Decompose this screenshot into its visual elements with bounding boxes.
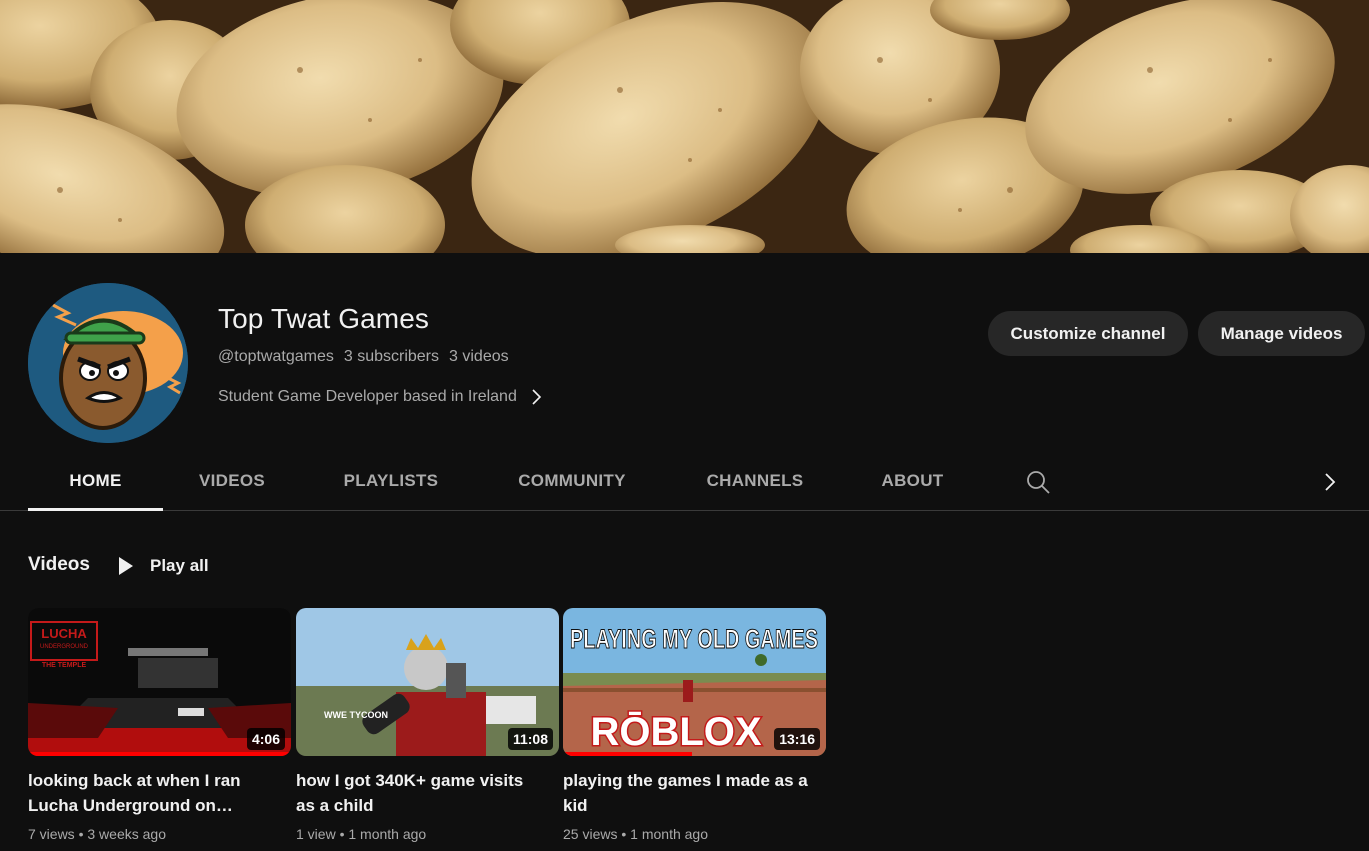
tab-home[interactable]: HOME [28, 452, 163, 511]
play-all-label: Play all [150, 556, 209, 575]
channel-description[interactable]: Student Game Developer based in Ireland [218, 388, 543, 406]
video-card[interactable]: LUCHA UNDERGROUND THE TEMPLE 4:06 lookin… [28, 608, 291, 842]
video-views: 1 view [296, 826, 336, 842]
video-card[interactable]: WWE TYCOON 11:08 how I got 340K+ game vi… [296, 608, 559, 842]
thumb-text: UNDERGROUND [40, 644, 89, 650]
manage-videos-button[interactable]: Manage videos [1198, 311, 1365, 356]
tab-videos[interactable]: VIDEOS [180, 452, 284, 510]
video-duration: 4:06 [246, 728, 285, 750]
video-duration: 13:16 [774, 728, 820, 750]
video-thumbnail[interactable]: LUCHA UNDERGROUND THE TEMPLE 4:06 [28, 608, 291, 756]
video-card[interactable]: PLAYING MY OLD GAMES RŌBLOX 13:16 playin… [563, 608, 826, 842]
video-thumbnail[interactable]: PLAYING MY OLD GAMES RŌBLOX 13:16 [563, 608, 826, 756]
video-title[interactable]: how I got 340K+ game visits as a child [296, 768, 546, 818]
channel-tabs: HOME VIDEOS PLAYLISTS COMMUNITY CHANNELS… [0, 452, 1369, 511]
video-meta: 7 views • 3 weeks ago [28, 826, 166, 842]
play-all-button[interactable]: Play all [114, 552, 209, 580]
video-age: 1 month ago [630, 826, 708, 842]
channel-avatar [28, 283, 188, 443]
tab-playlists[interactable]: PLAYLISTS [324, 452, 458, 510]
thumb-text: LUCHA [41, 626, 87, 641]
video-thumbnail[interactable]: WWE TYCOON 11:08 [296, 608, 559, 756]
channel-handle: @toptwatgames [218, 348, 334, 365]
thumb-text: PLAYING MY OLD GAMES [570, 624, 818, 654]
thumb-text: THE TEMPLE [42, 662, 87, 669]
thumb-text: RŌBLOX [590, 710, 761, 754]
subscriber-count: 3 subscribers [343, 348, 440, 365]
video-views: 25 views [563, 826, 618, 842]
video-age: 3 weeks ago [87, 826, 166, 842]
play-icon [119, 557, 133, 575]
watch-progress-bar [563, 752, 692, 756]
channel-meta: @toptwatgames 3 subscribers 3 videos [218, 348, 509, 366]
chevron-right-icon[interactable] [1318, 470, 1342, 494]
search-icon[interactable] [1024, 468, 1052, 496]
tab-about[interactable]: ABOUT [863, 452, 962, 510]
video-meta: 1 view • 1 month ago [296, 826, 427, 842]
chevron-right-icon [532, 389, 541, 405]
channel-description-text: Student Game Developer based in Ireland [218, 388, 517, 405]
video-title[interactable]: playing the games I made as a kid [563, 768, 813, 818]
video-count: 3 videos [449, 348, 509, 365]
video-title[interactable]: looking back at when I ran Lucha Undergr… [28, 768, 278, 818]
tab-channels[interactable]: CHANNELS [687, 452, 823, 510]
video-age: 1 month ago [348, 826, 427, 842]
channel-banner [0, 0, 1369, 253]
video-meta: 25 views • 1 month ago [563, 826, 708, 842]
watch-progress-bar [28, 752, 291, 756]
thumb-text: WWE TYCOON [324, 710, 388, 720]
customize-channel-button[interactable]: Customize channel [988, 311, 1188, 356]
section-title: Videos [28, 554, 90, 575]
video-duration: 11:08 [507, 728, 553, 750]
video-views: 7 views [28, 826, 75, 842]
tab-community[interactable]: COMMUNITY [497, 452, 647, 510]
channel-title: Top Twat Games [218, 303, 429, 334]
